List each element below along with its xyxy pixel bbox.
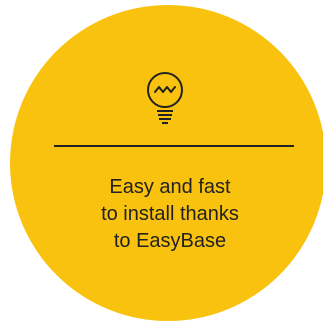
- caption-line-1: Easy and fast: [109, 176, 231, 198]
- caption-line-2: to install thanks: [101, 203, 239, 225]
- lightbulb-icon: [147, 72, 183, 124]
- feature-circle-background: [10, 5, 323, 321]
- caption-line-3: to EasyBase: [113, 230, 227, 252]
- feature-caption: Easy and fast to install thanks to EasyB…: [40, 174, 300, 255]
- feature-card: Easy and fast to install thanks to EasyB…: [0, 0, 323, 324]
- divider-line: [54, 145, 294, 147]
